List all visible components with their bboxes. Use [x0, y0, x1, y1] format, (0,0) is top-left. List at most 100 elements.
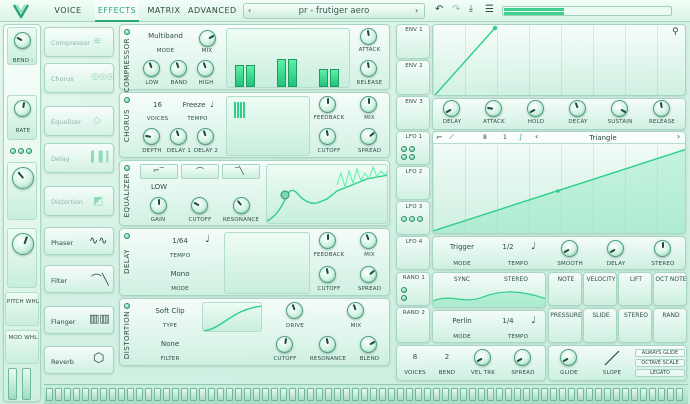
piano-key[interactable] — [667, 388, 674, 401]
lfo-division-2[interactable]: 1 — [503, 134, 507, 141]
fx-phaser-button[interactable]: Phaser ∿∿ — [44, 227, 114, 255]
piano-key[interactable] — [676, 388, 683, 401]
voice-spread-knob[interactable] — [514, 349, 531, 366]
pitch-wheel-strip[interactable] — [8, 368, 17, 400]
env-sustain-knob[interactable] — [611, 100, 628, 117]
piano-key[interactable] — [424, 388, 431, 401]
mod-source-note[interactable]: NOTE — [548, 272, 582, 306]
piano-key[interactable] — [640, 388, 647, 401]
piano-key[interactable] — [244, 388, 251, 401]
piano-key[interactable] — [91, 388, 98, 401]
chorus-note-icon[interactable]: ♩ — [210, 100, 214, 109]
tab-effects[interactable]: EFFECTS — [95, 0, 139, 22]
rand-mode-value[interactable]: Perlin — [437, 317, 487, 325]
fx-delay-button[interactable]: Delay ▍▌▎ — [44, 143, 114, 173]
compressor-mix-knob[interactable] — [199, 30, 216, 47]
macro-slot-3[interactable] — [7, 162, 37, 220]
eq-band-value[interactable]: LOW — [140, 183, 178, 191]
piano-key[interactable] — [379, 388, 386, 401]
compressor-low-knob[interactable] — [143, 60, 160, 77]
rand-tab-1[interactable]: RAND 1 — [396, 272, 430, 306]
eq-cutoff-knob[interactable] — [191, 197, 208, 214]
distortion-mix-knob[interactable] — [347, 302, 364, 319]
piano-key[interactable] — [217, 388, 224, 401]
distortion-drive-knob[interactable] — [286, 302, 303, 319]
macro-knob-4[interactable] — [12, 233, 34, 255]
eq-response-display[interactable] — [266, 164, 388, 224]
mod-source-velocity[interactable]: VELOCITY — [583, 272, 617, 306]
piano-key[interactable] — [397, 388, 404, 401]
glide-knob[interactable] — [560, 349, 577, 366]
chorus-voices-value[interactable]: 16 — [140, 101, 175, 109]
lfo-tempo-value[interactable]: 1/2 — [493, 243, 523, 251]
preset-selector[interactable]: ‹ pr - frutiger aero › — [243, 3, 425, 19]
distortion-blend-knob[interactable] — [360, 336, 377, 353]
piano-key[interactable] — [172, 388, 179, 401]
macro-slot-4[interactable] — [7, 228, 37, 288]
chorus-tempo-value[interactable]: Freeze — [180, 101, 208, 109]
piano-key[interactable] — [370, 388, 377, 401]
piano-key[interactable] — [433, 388, 440, 401]
compressor-mode-value[interactable]: Multiband — [138, 32, 193, 40]
piano-key[interactable] — [298, 388, 305, 401]
preset-next-icon[interactable]: › — [415, 6, 418, 15]
legato-toggle[interactable]: LEGATO — [635, 369, 685, 377]
chorus-depth-knob[interactable] — [143, 128, 160, 145]
eq-high-shelf-button[interactable]: ‾╲ — [222, 164, 260, 179]
piano-key[interactable] — [100, 388, 107, 401]
piano-key[interactable] — [262, 388, 269, 401]
piano-key[interactable] — [577, 388, 584, 401]
piano-key[interactable] — [334, 388, 341, 401]
piano-key[interactable] — [460, 388, 467, 401]
env-attack-knob[interactable] — [485, 100, 502, 117]
delay-feedback-knob[interactable] — [319, 232, 336, 249]
rate-slot[interactable]: RATE — [7, 95, 37, 140]
piano-key[interactable] — [343, 388, 350, 401]
bend-slot[interactable]: BEND - — [7, 27, 37, 65]
fx-compressor-button[interactable]: Compressor ≋ — [44, 27, 114, 57]
piano-key[interactable] — [559, 388, 566, 401]
rand-note-icon[interactable]: ♩ — [531, 315, 536, 326]
piano-key[interactable] — [622, 388, 629, 401]
logo-icon[interactable] — [12, 3, 30, 19]
chorus-mix-knob[interactable] — [360, 96, 377, 113]
distortion-type-value[interactable]: Soft Clip — [140, 307, 200, 315]
fx-distortion-button[interactable]: Distortion ◩ — [44, 186, 114, 216]
piano-key[interactable] — [280, 388, 287, 401]
rate-led-2[interactable] — [18, 148, 24, 154]
piano-key[interactable] — [253, 388, 260, 401]
chorus-feedback-knob[interactable] — [319, 96, 336, 113]
piano-key[interactable] — [487, 388, 494, 401]
piano-key[interactable] — [406, 388, 413, 401]
mod-source-slide[interactable]: SLIDE — [583, 308, 617, 343]
piano-key[interactable] — [361, 388, 368, 401]
bend-range-value[interactable]: 2 — [435, 353, 459, 361]
lfo-mode-value[interactable]: Trigger — [437, 243, 487, 251]
rate-knob[interactable] — [14, 100, 31, 117]
lfo-division-1[interactable]: 8 — [483, 134, 487, 141]
compressor-enable-led[interactable] — [124, 29, 130, 35]
piano-key[interactable] — [46, 388, 53, 401]
piano-key[interactable] — [316, 388, 323, 401]
piano-key[interactable] — [73, 388, 80, 401]
mod-source-pressure[interactable]: PRESSURE — [548, 308, 582, 343]
piano-key[interactable] — [154, 388, 161, 401]
lfo-shape-prev-icon[interactable]: ‹ — [535, 132, 538, 141]
undo-icon[interactable]: ↶ — [435, 4, 443, 15]
piano-key[interactable] — [451, 388, 458, 401]
distortion-curve-display[interactable] — [202, 302, 262, 332]
rand-sync-button[interactable]: SYNC — [437, 276, 487, 283]
piano-key[interactable] — [568, 388, 575, 401]
rate-led-3[interactable] — [26, 148, 32, 154]
piano-key[interactable] — [127, 388, 134, 401]
env-hold-knob[interactable] — [527, 100, 544, 117]
piano-key[interactable] — [109, 388, 116, 401]
env-delay-knob[interactable] — [443, 100, 460, 117]
piano-key[interactable] — [595, 388, 602, 401]
piano-key[interactable] — [235, 388, 242, 401]
lfo-tab-2[interactable]: LFO 2 — [396, 166, 430, 200]
piano-key[interactable] — [604, 388, 611, 401]
tab-advanced[interactable]: ADVANCED — [188, 0, 236, 22]
env-tab-2[interactable]: ENV 2 — [396, 60, 430, 95]
piano-key[interactable] — [208, 388, 215, 401]
